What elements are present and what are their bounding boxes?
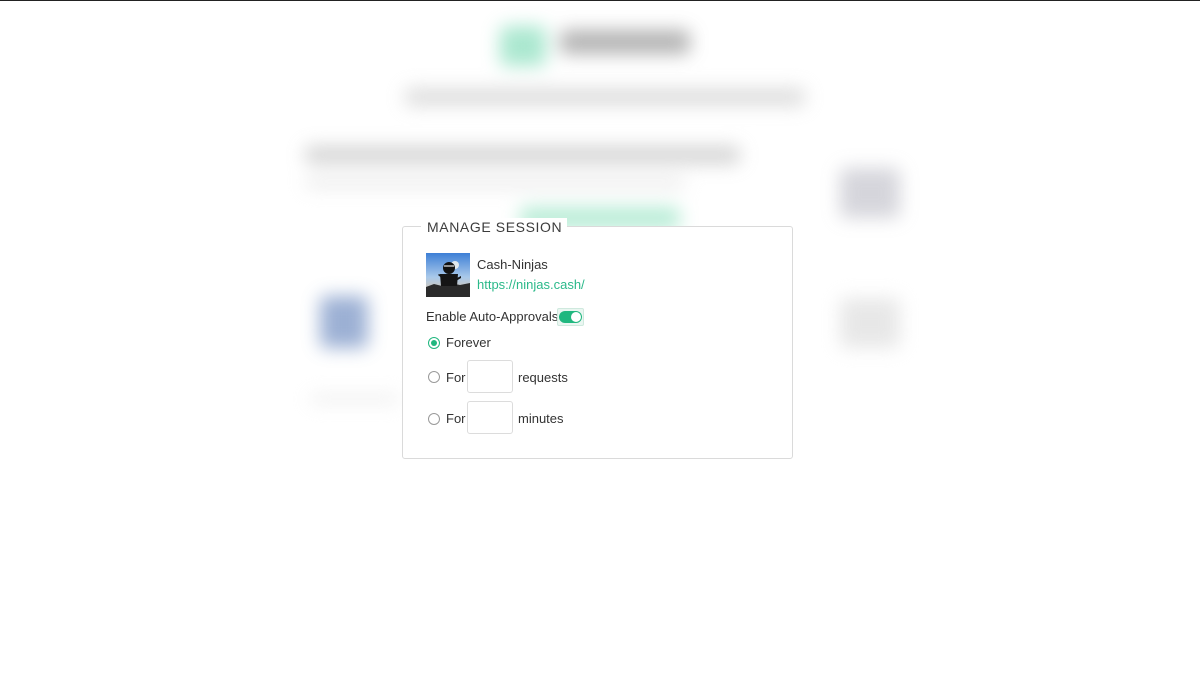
minutes-count-input[interactable] xyxy=(467,401,513,434)
background-heading xyxy=(305,146,740,164)
background-avatar-left xyxy=(320,296,368,348)
background-avatar-right xyxy=(840,168,900,218)
background-subtext xyxy=(305,178,685,188)
background-text-line xyxy=(310,395,400,403)
requests-suffix-label: requests xyxy=(518,370,568,385)
toggle-knob xyxy=(571,312,581,322)
app-url-link[interactable]: https://ninjas.cash/ xyxy=(477,277,585,292)
dialog-title: MANAGE SESSION xyxy=(421,218,568,236)
background-card-right xyxy=(840,298,900,348)
forever-label: Forever xyxy=(446,335,491,350)
auto-approvals-toggle[interactable] xyxy=(557,308,584,326)
manage-session-dialog: MANAGE SESSION Cash-Ninjas https://ninja… xyxy=(402,218,793,459)
requests-radio[interactable] xyxy=(428,371,440,383)
auto-approvals-label: Enable Auto-Approvals xyxy=(426,309,559,324)
requests-count-input[interactable] xyxy=(467,360,513,393)
app-name: Cash-Ninjas xyxy=(477,257,548,272)
background-nav-bar xyxy=(405,88,805,106)
requests-for-label: For xyxy=(446,370,466,385)
minutes-suffix-label: minutes xyxy=(518,411,564,426)
forever-radio[interactable] xyxy=(428,337,440,349)
minutes-for-label: For xyxy=(446,411,466,426)
background-logo-text xyxy=(560,30,690,54)
minutes-radio[interactable] xyxy=(428,413,440,425)
toggle-track xyxy=(559,311,582,323)
ninja-avatar-image xyxy=(426,253,470,297)
background-logo-icon xyxy=(500,26,546,66)
ninja-avatar-icon xyxy=(426,253,470,297)
